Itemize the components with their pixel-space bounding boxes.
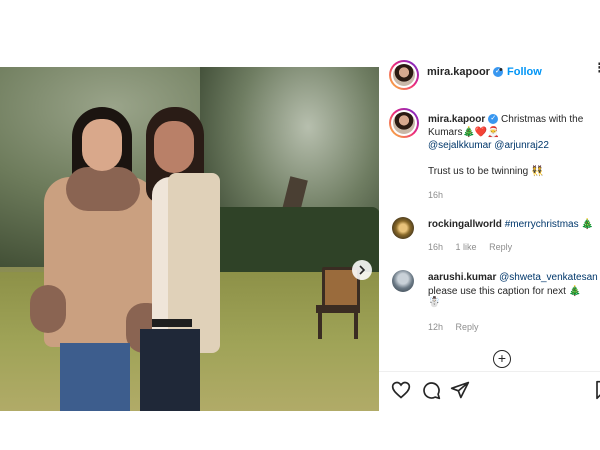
comment-reply-button[interactable]: Reply [489, 242, 512, 252]
comment-meta: 16h 1 like Reply [428, 242, 522, 252]
follow-button[interactable]: Follow [507, 66, 542, 78]
more-options-icon[interactable]: ⋮ [593, 60, 600, 76]
caption-emojis: 🎄❤️🎅 [462, 127, 500, 138]
caption-timestamp[interactable]: 16h [428, 190, 443, 200]
post-caption: mira.kapoor ✓ Christmas with the Kumars🎄❤… [428, 113, 598, 152]
header-separator: • [499, 64, 503, 76]
comment-meta: 12h Reply [428, 322, 489, 332]
add-comment-icon[interactable]: + [493, 350, 511, 368]
post-author-avatar[interactable] [389, 60, 419, 90]
comment-timestamp[interactable]: 16h [428, 242, 443, 252]
paper-plane-icon[interactable] [450, 380, 470, 400]
heart-icon[interactable] [391, 380, 411, 400]
caption-username[interactable]: mira.kapoor [428, 114, 485, 125]
divider [379, 371, 600, 372]
photo-person-right [140, 107, 235, 411]
photo-person-left [30, 107, 166, 411]
caption-mention-2[interactable]: @arjunraj22 [494, 140, 549, 151]
chevron-right-icon[interactable] [352, 260, 372, 280]
comment-username[interactable]: rockingallworld [428, 219, 502, 230]
comment-emoji: ☃️ [428, 297, 441, 308]
comment-timestamp[interactable]: 12h [428, 322, 443, 332]
comment-like-count[interactable]: 1 like [456, 242, 477, 252]
comment-avatar[interactable] [392, 270, 414, 292]
comment-reply-button[interactable]: Reply [456, 322, 479, 332]
post-photo[interactable] [0, 67, 379, 411]
comment-username[interactable]: aarushi.kumar [428, 272, 496, 283]
bookmark-icon[interactable] [592, 380, 600, 400]
comment: rockingallworld #merrychristmas 🎄 [428, 219, 594, 230]
caption-line-2: Trust us to be twinning 👯 [428, 166, 544, 177]
comment-text: please use this caption for next 🎄 [428, 286, 582, 297]
comment-hashtag[interactable]: #merrychristmas 🎄 [505, 219, 594, 230]
comment-bubble-icon[interactable] [421, 380, 441, 400]
verified-badge-icon: ✓ [488, 114, 499, 125]
post-author-username[interactable]: mira.kapoor ✓ [427, 66, 503, 78]
caption-author-avatar[interactable] [389, 108, 419, 138]
comment-mention[interactable]: @shweta_venkatesan [499, 272, 598, 283]
caption-mention-1[interactable]: @sejalkkumar [428, 140, 492, 151]
comment: aarushi.kumar @shweta_venkatesan please … [428, 271, 600, 299]
comment-avatar[interactable] [392, 217, 414, 239]
